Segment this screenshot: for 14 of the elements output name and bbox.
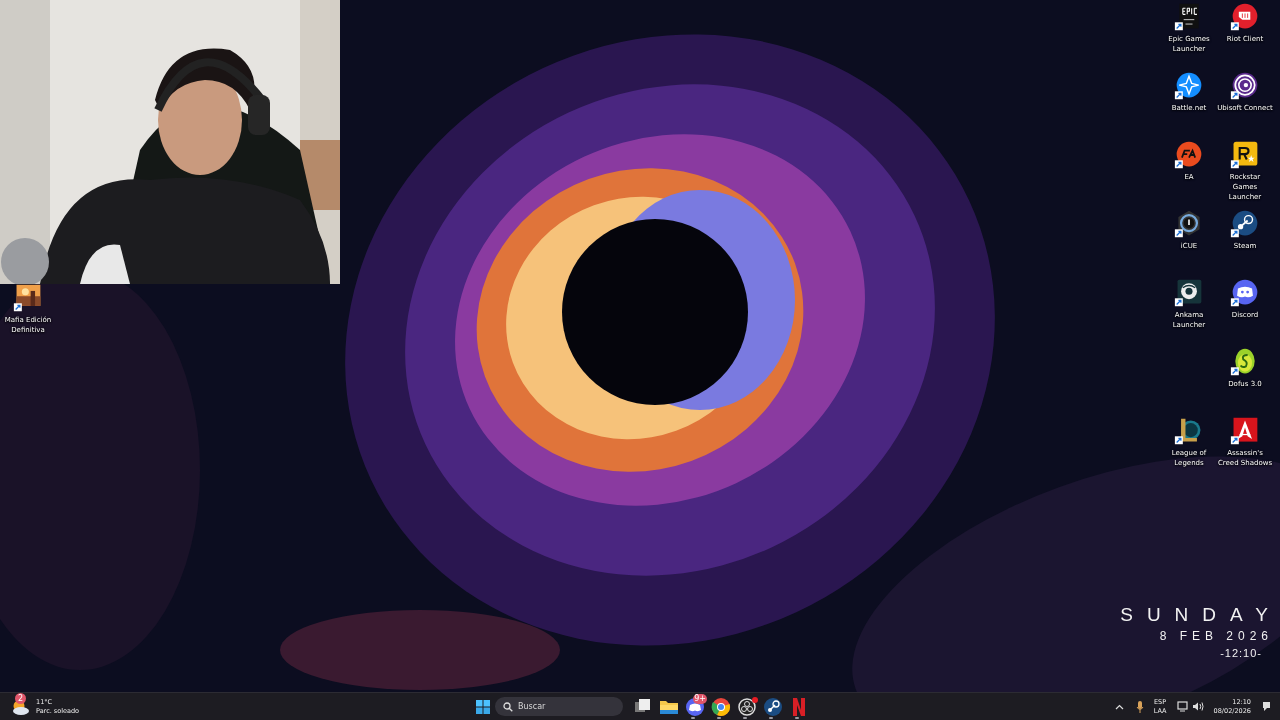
- browser-icon: [711, 696, 731, 717]
- microphone-icon[interactable]: [1135, 700, 1144, 713]
- chevron-up-icon[interactable]: [1114, 703, 1124, 710]
- notification-badge: 9+: [693, 694, 707, 704]
- record-circle-icon: [737, 696, 757, 717]
- search-field[interactable]: Buscar: [495, 697, 623, 716]
- notification-icon[interactable]: [1261, 701, 1272, 712]
- start-button[interactable]: [476, 699, 490, 714]
- monitor-icon[interactable]: [1176, 701, 1189, 712]
- notification-badge: 2: [15, 692, 26, 704]
- search-icon: [503, 701, 513, 712]
- taskbar-app[interactable]: 9+: [683, 693, 707, 720]
- steam-logo-icon: [763, 696, 783, 717]
- speaker-icon[interactable]: [1191, 701, 1204, 712]
